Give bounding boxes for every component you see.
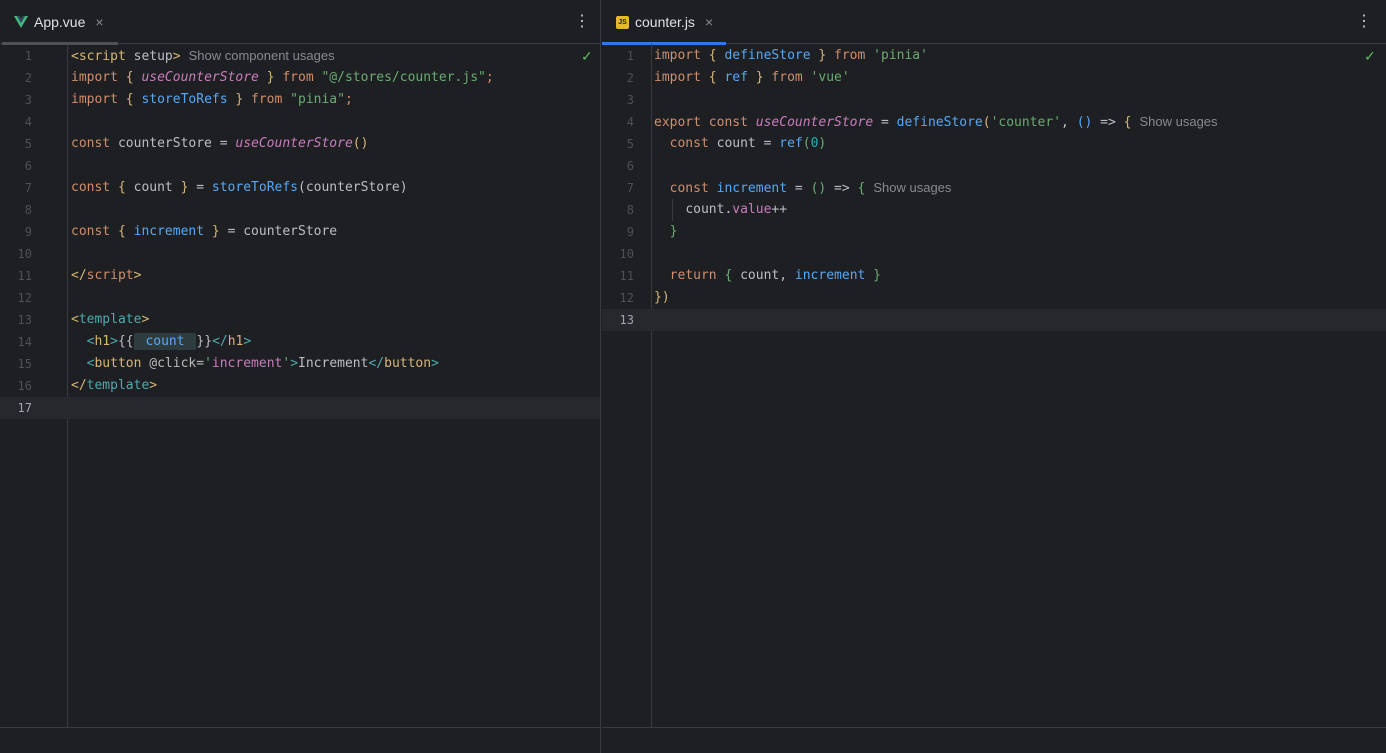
line-number: 12: [17, 291, 32, 305]
line-number: 9: [626, 225, 634, 239]
tab-bar: JS counter.js ×: [602, 0, 1386, 45]
code-line: 12: [0, 287, 600, 309]
line-number: 3: [626, 93, 634, 107]
code-line: 5 const counterStore = useCounterStore(): [0, 133, 600, 155]
show-usages-link[interactable]: Show usages: [873, 180, 951, 195]
line-number: 15: [17, 357, 32, 371]
more-options-icon[interactable]: ⋮: [1356, 12, 1372, 32]
tab-counter-js[interactable]: JS counter.js ×: [602, 0, 726, 45]
code-line: 2 import { ref } from 'vue': [602, 67, 1386, 89]
code-line: 7 const increment = () => {Show usages: [602, 177, 1386, 199]
code-editor[interactable]: 1 <script setup> Show component usages 2 im…: [0, 45, 600, 419]
more-options-icon[interactable]: ⋮: [574, 12, 590, 32]
code-line: 5 const count = ref(0): [602, 133, 1386, 155]
line-number: 17: [17, 401, 32, 415]
tab-label: counter.js: [635, 14, 695, 30]
line-number: 16: [17, 379, 32, 393]
code-line: 9 const { increment } = counterStore: [0, 221, 600, 243]
code-line: 2 import { useCounterStore } from "@/stor…: [0, 67, 600, 89]
code-line: 8: [0, 199, 600, 221]
tab-app-vue[interactable]: App.vue ×: [0, 0, 118, 45]
pane-footer: [0, 727, 600, 753]
code-line: 10: [0, 243, 600, 265]
code-line: 16 </template>: [0, 375, 600, 397]
editor-pane-app-vue: App.vue × ⋮ ✓ 1 <script setup> Show compon…: [0, 0, 601, 753]
code-line: 6: [0, 155, 600, 177]
line-number: 1: [24, 49, 32, 63]
line-number: 10: [17, 247, 32, 261]
line-number: 7: [24, 181, 32, 195]
line-number: 6: [24, 159, 32, 173]
close-icon[interactable]: ×: [95, 14, 103, 30]
line-number: 8: [626, 203, 634, 217]
code-line: 1 import { defineStore } from 'pinia': [602, 45, 1386, 67]
vue-icon: [14, 15, 28, 29]
show-component-usages-link[interactable]: Show component usages: [189, 48, 335, 63]
code-line: 11 </script>: [0, 265, 600, 287]
line-number: 13: [619, 313, 634, 327]
tab-label: App.vue: [34, 14, 86, 30]
code-line: 3 import { storeToRefs } from "pinia";: [0, 89, 600, 111]
line-number: 14: [17, 335, 32, 349]
code-line: 11 return { count, increment }: [602, 265, 1386, 287]
code-line: 13 <template>: [0, 309, 600, 331]
line-number: 5: [626, 137, 634, 151]
line-number: 1: [626, 49, 634, 63]
code-line-current: 17: [0, 397, 600, 419]
line-number: 3: [24, 93, 32, 107]
line-number: 9: [24, 225, 32, 239]
code-editor[interactable]: 1 import { defineStore } from 'pinia' 2 im…: [602, 45, 1386, 331]
line-number: 11: [619, 269, 634, 283]
line-number: 10: [619, 247, 634, 261]
close-icon[interactable]: ×: [705, 14, 713, 30]
code-line: 4 export const useCounterStore = defineSt…: [602, 111, 1386, 133]
line-number: 2: [626, 71, 634, 85]
pane-footer: [602, 727, 1386, 753]
line-number: 2: [24, 71, 32, 85]
line-number: 13: [17, 313, 32, 327]
line-number: 8: [24, 203, 32, 217]
line-number: 4: [626, 115, 634, 129]
line-number: 12: [619, 291, 634, 305]
line-number: 6: [626, 159, 634, 173]
code-line-current: 13: [602, 309, 1386, 331]
code-line: 6: [602, 155, 1386, 177]
code-line: 14 <h1>{{ count }}</h1>: [0, 331, 600, 353]
code-line: 10: [602, 243, 1386, 265]
count-highlight: count: [133, 333, 197, 350]
code-line: 7 const { count } = storeToRefs(counterSt…: [0, 177, 600, 199]
show-usages-link[interactable]: Show usages: [1139, 114, 1217, 129]
code-line: 3: [602, 89, 1386, 111]
code-line: 1 <script setup> Show component usages: [0, 45, 600, 67]
line-number: 4: [24, 115, 32, 129]
line-number: 7: [626, 181, 634, 195]
code-line: 4: [0, 111, 600, 133]
tab-bar: App.vue ×: [0, 0, 600, 45]
editor-pane-counter-js: JS counter.js × ⋮ ✓ 1 import { defineStor…: [602, 0, 1386, 753]
code-line: 12}): [602, 287, 1386, 309]
code-line: 9 }: [602, 221, 1386, 243]
js-file-icon: JS: [616, 15, 629, 29]
code-line: 8 count.value++: [602, 199, 1386, 221]
code-line: 15 <button @click='increment'>Increment<…: [0, 353, 600, 375]
line-number: 11: [17, 269, 32, 283]
line-number: 5: [24, 137, 32, 151]
